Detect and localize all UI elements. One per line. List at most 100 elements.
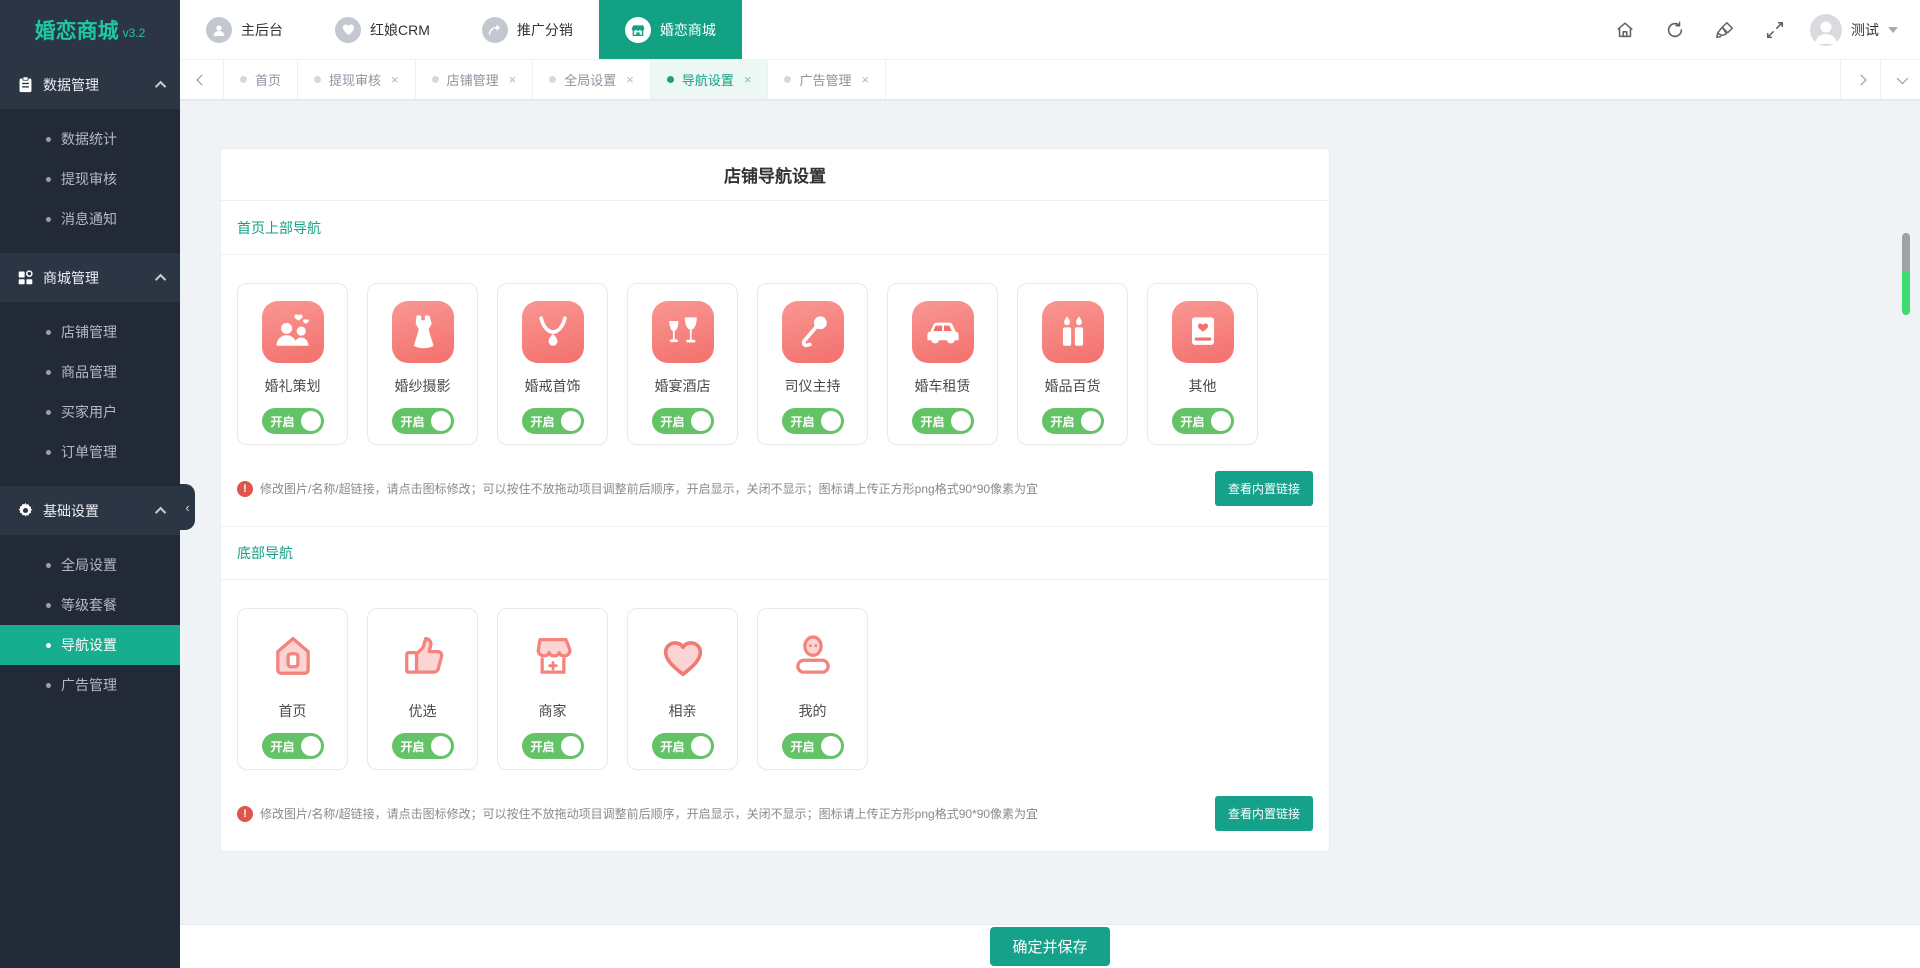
toggle-switch[interactable]: 开启 xyxy=(392,408,454,434)
toggle-switch[interactable]: 开启 xyxy=(912,408,974,434)
close-icon[interactable]: × xyxy=(861,72,869,87)
sidebar-section-label: 基础设置 xyxy=(43,501,158,521)
topnav-item-promotion[interactable]: 推广分销 xyxy=(456,0,599,59)
home-icon[interactable] xyxy=(1600,0,1650,59)
sidebar-item-nav-settings[interactable]: 导航设置 xyxy=(0,625,180,665)
nav-card-banquet-hotel[interactable]: 婚宴酒店 开启 xyxy=(627,283,738,445)
car-icon[interactable] xyxy=(912,301,974,363)
chevron-right-icon xyxy=(1855,74,1866,85)
save-button[interactable]: 确定并保存 xyxy=(990,927,1109,966)
sidebar-item-goods-manage[interactable]: 商品管理 xyxy=(0,352,180,392)
fullscreen-icon[interactable] xyxy=(1750,0,1800,59)
card-label: 相亲 xyxy=(669,701,697,721)
nav-card-rings-jewelry[interactable]: 婚戒首饰 开启 xyxy=(497,283,608,445)
toggle-switch[interactable]: 开启 xyxy=(782,733,844,759)
nav-card-preferred[interactable]: 优选 开启 xyxy=(367,608,478,770)
candles-icon[interactable] xyxy=(1042,301,1104,363)
couple-hearts-icon[interactable] xyxy=(262,301,324,363)
tab-nav-settings[interactable]: 导航设置 × xyxy=(651,60,769,99)
nav-card-other[interactable]: 其他 开启 xyxy=(1147,283,1258,445)
close-icon[interactable]: × xyxy=(626,72,634,87)
heart-outline-icon[interactable] xyxy=(652,626,714,688)
sidebar-item-level-package[interactable]: 等级套餐 xyxy=(0,585,180,625)
view-builtin-links-button[interactable]: 查看内置链接 xyxy=(1215,796,1313,831)
toggle-switch[interactable]: 开启 xyxy=(262,733,324,759)
toggle-switch[interactable]: 开启 xyxy=(652,408,714,434)
toggle-switch[interactable]: 开启 xyxy=(522,733,584,759)
bullet-dot xyxy=(46,683,51,688)
nav-card-wedding-car[interactable]: 婚车租赁 开启 xyxy=(887,283,998,445)
toggle-switch[interactable]: 开启 xyxy=(392,733,454,759)
nav-card-wedding-planning[interactable]: 婚礼策划 开启 xyxy=(237,283,348,445)
thumbs-up-outline-icon[interactable] xyxy=(392,626,454,688)
sidebar-section-mall[interactable]: 商城管理 xyxy=(0,253,180,302)
nav-card-home[interactable]: 首页 开启 xyxy=(237,608,348,770)
shop-outline-icon[interactable] xyxy=(522,626,584,688)
nav-card-mine[interactable]: 我的 开启 xyxy=(757,608,868,770)
home-outline-icon[interactable] xyxy=(262,626,324,688)
scrollbar-thumb-top xyxy=(1902,233,1910,271)
close-icon[interactable]: × xyxy=(744,72,752,87)
refresh-icon[interactable] xyxy=(1650,0,1700,59)
clear-cache-icon[interactable] xyxy=(1700,0,1750,59)
warning-icon: ! xyxy=(237,481,253,497)
card-label: 婚车租赁 xyxy=(915,376,971,396)
nav-card-merchants[interactable]: 商家 开启 xyxy=(497,608,608,770)
necklace-icon[interactable] xyxy=(522,301,584,363)
sidebar-item-buyer-users[interactable]: 买家用户 xyxy=(0,392,180,432)
toggle-switch[interactable]: 开启 xyxy=(782,408,844,434)
close-icon[interactable]: × xyxy=(509,72,517,87)
nav-card-mc-host[interactable]: 司仪主持 开启 xyxy=(757,283,868,445)
nav-card-matchmaking[interactable]: 相亲 开启 xyxy=(627,608,738,770)
book-heart-icon[interactable] xyxy=(1172,301,1234,363)
toggle-switch[interactable]: 开启 xyxy=(1042,408,1104,434)
person-outline-icon[interactable] xyxy=(782,626,844,688)
sidebar-section-settings[interactable]: 基础设置 xyxy=(0,486,180,535)
toggle-switch[interactable]: 开启 xyxy=(522,408,584,434)
wine-glasses-icon[interactable] xyxy=(652,301,714,363)
wedding-dress-icon[interactable] xyxy=(392,301,454,363)
sidebar-item-label: 提现审核 xyxy=(61,169,117,189)
tabs-menu-button[interactable] xyxy=(1880,60,1920,99)
topnav-item-main-admin[interactable]: 主后台 xyxy=(180,0,309,59)
toggle-label: 开启 xyxy=(531,413,555,430)
nav-card-wedding-photography[interactable]: 婚纱摄影 开启 xyxy=(367,283,478,445)
sidebar-item-label: 商品管理 xyxy=(61,362,117,382)
nav-card-wedding-goods[interactable]: 婚品百货 开启 xyxy=(1017,283,1128,445)
tab-home[interactable]: 首页 xyxy=(224,60,298,99)
toggle-knob xyxy=(821,736,841,756)
toggle-switch[interactable]: 开启 xyxy=(262,408,324,434)
bullet-dot xyxy=(46,217,51,222)
tab-label: 广告管理 xyxy=(799,70,851,89)
close-icon[interactable]: × xyxy=(391,72,399,87)
toggle-label: 开启 xyxy=(661,413,685,430)
tab-shop-manage[interactable]: 店铺管理 × xyxy=(416,60,534,99)
tabs-scroll-left-button[interactable] xyxy=(180,60,224,99)
tab-withdraw-review[interactable]: 提现审核 × xyxy=(298,60,416,99)
sidebar-item-global-settings[interactable]: 全局设置 xyxy=(0,545,180,585)
sidebar-item-shop-manage[interactable]: 店铺管理 xyxy=(0,312,180,352)
microphone-icon[interactable] xyxy=(782,301,844,363)
page-scrollbar-thumb[interactable] xyxy=(1902,233,1910,315)
sidebar-item-ad-manage[interactable]: 广告管理 xyxy=(0,665,180,705)
toggle-switch[interactable]: 开启 xyxy=(1172,408,1234,434)
sidebar-item-message-notice[interactable]: 消息通知 xyxy=(0,199,180,239)
tabs-scroll-right-button[interactable] xyxy=(1840,60,1880,99)
view-builtin-links-button[interactable]: 查看内置链接 xyxy=(1215,471,1313,506)
sidebar-item-order-manage[interactable]: 订单管理 xyxy=(0,432,180,472)
topnav-item-matchmaker-crm[interactable]: 红娘CRM xyxy=(309,0,456,59)
sidebar-collapse-handle[interactable]: ‹ xyxy=(180,484,195,530)
tab-label: 导航设置 xyxy=(682,70,734,89)
sidebar-section-data[interactable]: 数据管理 xyxy=(0,60,180,109)
tab-global-settings[interactable]: 全局设置 × xyxy=(533,60,651,99)
sidebar-item-data-stats[interactable]: 数据统计 xyxy=(0,119,180,159)
app-logo-text: 婚恋商城 xyxy=(35,15,119,45)
topnav-item-marriage-mall[interactable]: 婚恋商城 xyxy=(599,0,742,59)
sidebar-group-mall: 店铺管理 商品管理 买家用户 订单管理 xyxy=(0,302,180,486)
toggle-switch[interactable]: 开启 xyxy=(652,733,714,759)
matchmaker-crm-icon xyxy=(335,17,361,43)
topnav-label: 推广分销 xyxy=(517,20,573,40)
tab-ad-manage[interactable]: 广告管理 × xyxy=(768,60,886,99)
user-menu[interactable]: 测试 xyxy=(1800,0,1920,59)
sidebar-item-withdraw-review[interactable]: 提现审核 xyxy=(0,159,180,199)
